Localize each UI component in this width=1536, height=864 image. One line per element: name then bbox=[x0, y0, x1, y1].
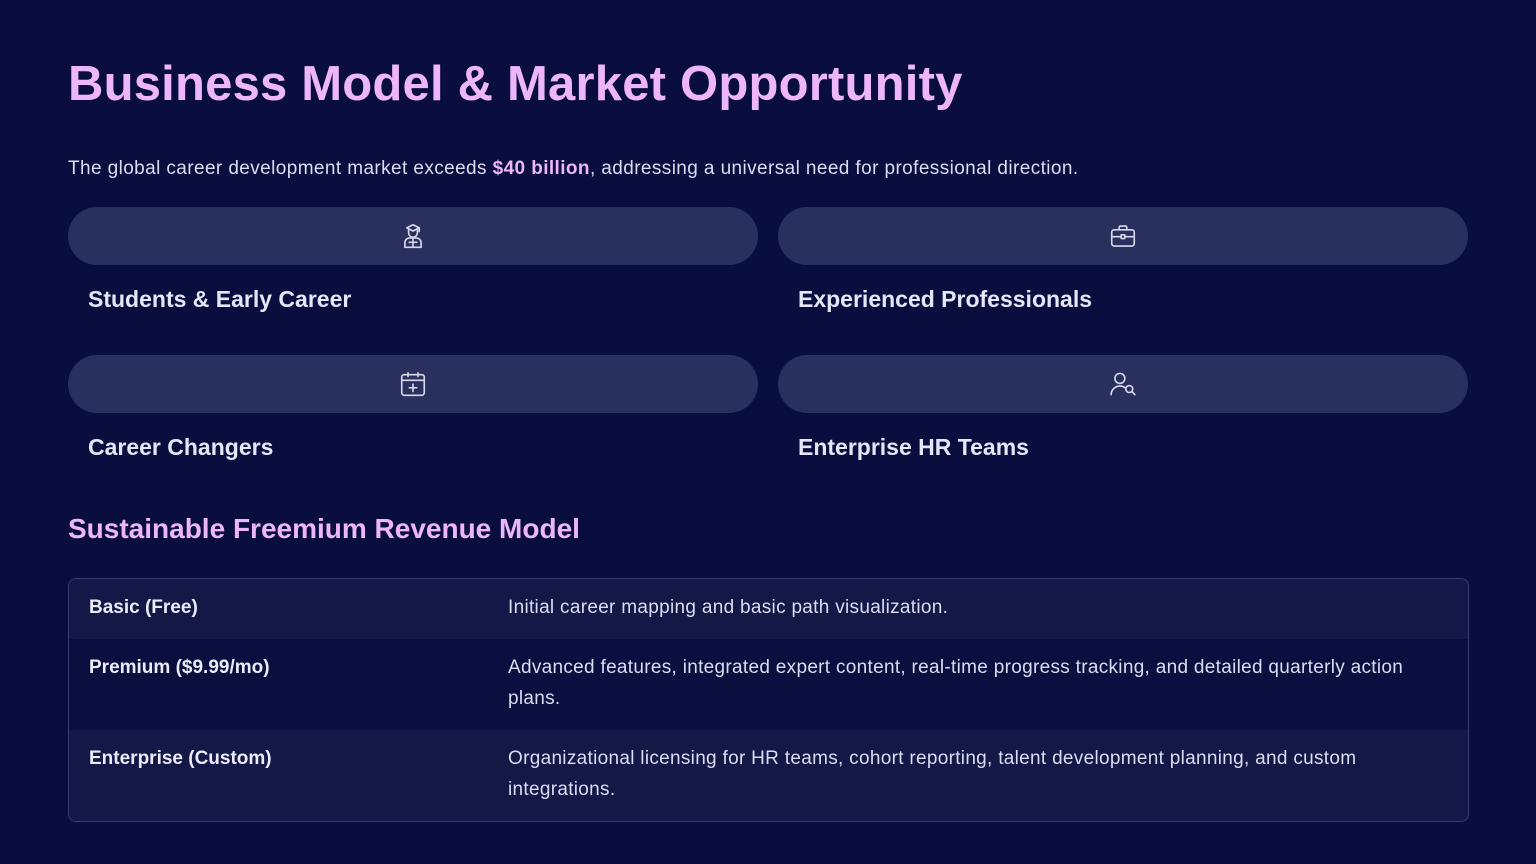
market-size-highlight: $40 billion bbox=[492, 158, 590, 179]
segment-professionals: Experienced Professionals bbox=[778, 207, 1468, 313]
intro-text-start: The global career development market exc… bbox=[68, 158, 493, 179]
segment-icon-pill bbox=[778, 207, 1468, 265]
table-row: Premium ($9.99/mo) Advanced features, in… bbox=[69, 639, 1468, 730]
graduate-icon bbox=[398, 221, 428, 251]
slide: Business Model & Market Opportunity The … bbox=[0, 0, 1536, 864]
table-row: Basic (Free) Initial career mapping and … bbox=[69, 579, 1468, 639]
slide-title: Business Model & Market Opportunity bbox=[68, 57, 963, 111]
segment-label: Career Changers bbox=[88, 434, 274, 460]
tier-name: Enterprise (Custom) bbox=[89, 748, 272, 769]
segment-icon-pill bbox=[778, 355, 1468, 413]
tier-description: Advanced features, integrated expert con… bbox=[508, 657, 1404, 709]
segment-label: Students & Early Career bbox=[88, 286, 352, 312]
revenue-model-heading: Sustainable Freemium Revenue Model bbox=[68, 513, 580, 544]
pricing-table: Basic (Free) Initial career mapping and … bbox=[68, 578, 1469, 822]
tier-description: Initial career mapping and basic path vi… bbox=[508, 597, 949, 618]
segment-label: Enterprise HR Teams bbox=[798, 434, 1029, 460]
tier-name: Basic (Free) bbox=[89, 597, 198, 618]
segment-icon-pill bbox=[68, 355, 758, 413]
segment-career-changers: Career Changers bbox=[68, 355, 758, 461]
briefcase-icon bbox=[1108, 221, 1138, 251]
tier-name: Premium ($9.99/mo) bbox=[89, 657, 270, 678]
tier-description: Organizational licensing for HR teams, c… bbox=[508, 748, 1357, 800]
segment-enterprise-hr: Enterprise HR Teams bbox=[778, 355, 1468, 461]
table-row: Enterprise (Custom) Organizational licen… bbox=[69, 730, 1468, 821]
user-search-icon bbox=[1108, 369, 1138, 399]
segment-students: Students & Early Career bbox=[68, 207, 758, 313]
segment-icon-pill bbox=[68, 207, 758, 265]
calendar-plus-icon bbox=[398, 369, 428, 399]
segment-label: Experienced Professionals bbox=[798, 286, 1093, 312]
intro-text: The global career development market exc… bbox=[68, 158, 1079, 180]
intro-text-end: , addressing a universal need for profes… bbox=[589, 158, 1079, 179]
